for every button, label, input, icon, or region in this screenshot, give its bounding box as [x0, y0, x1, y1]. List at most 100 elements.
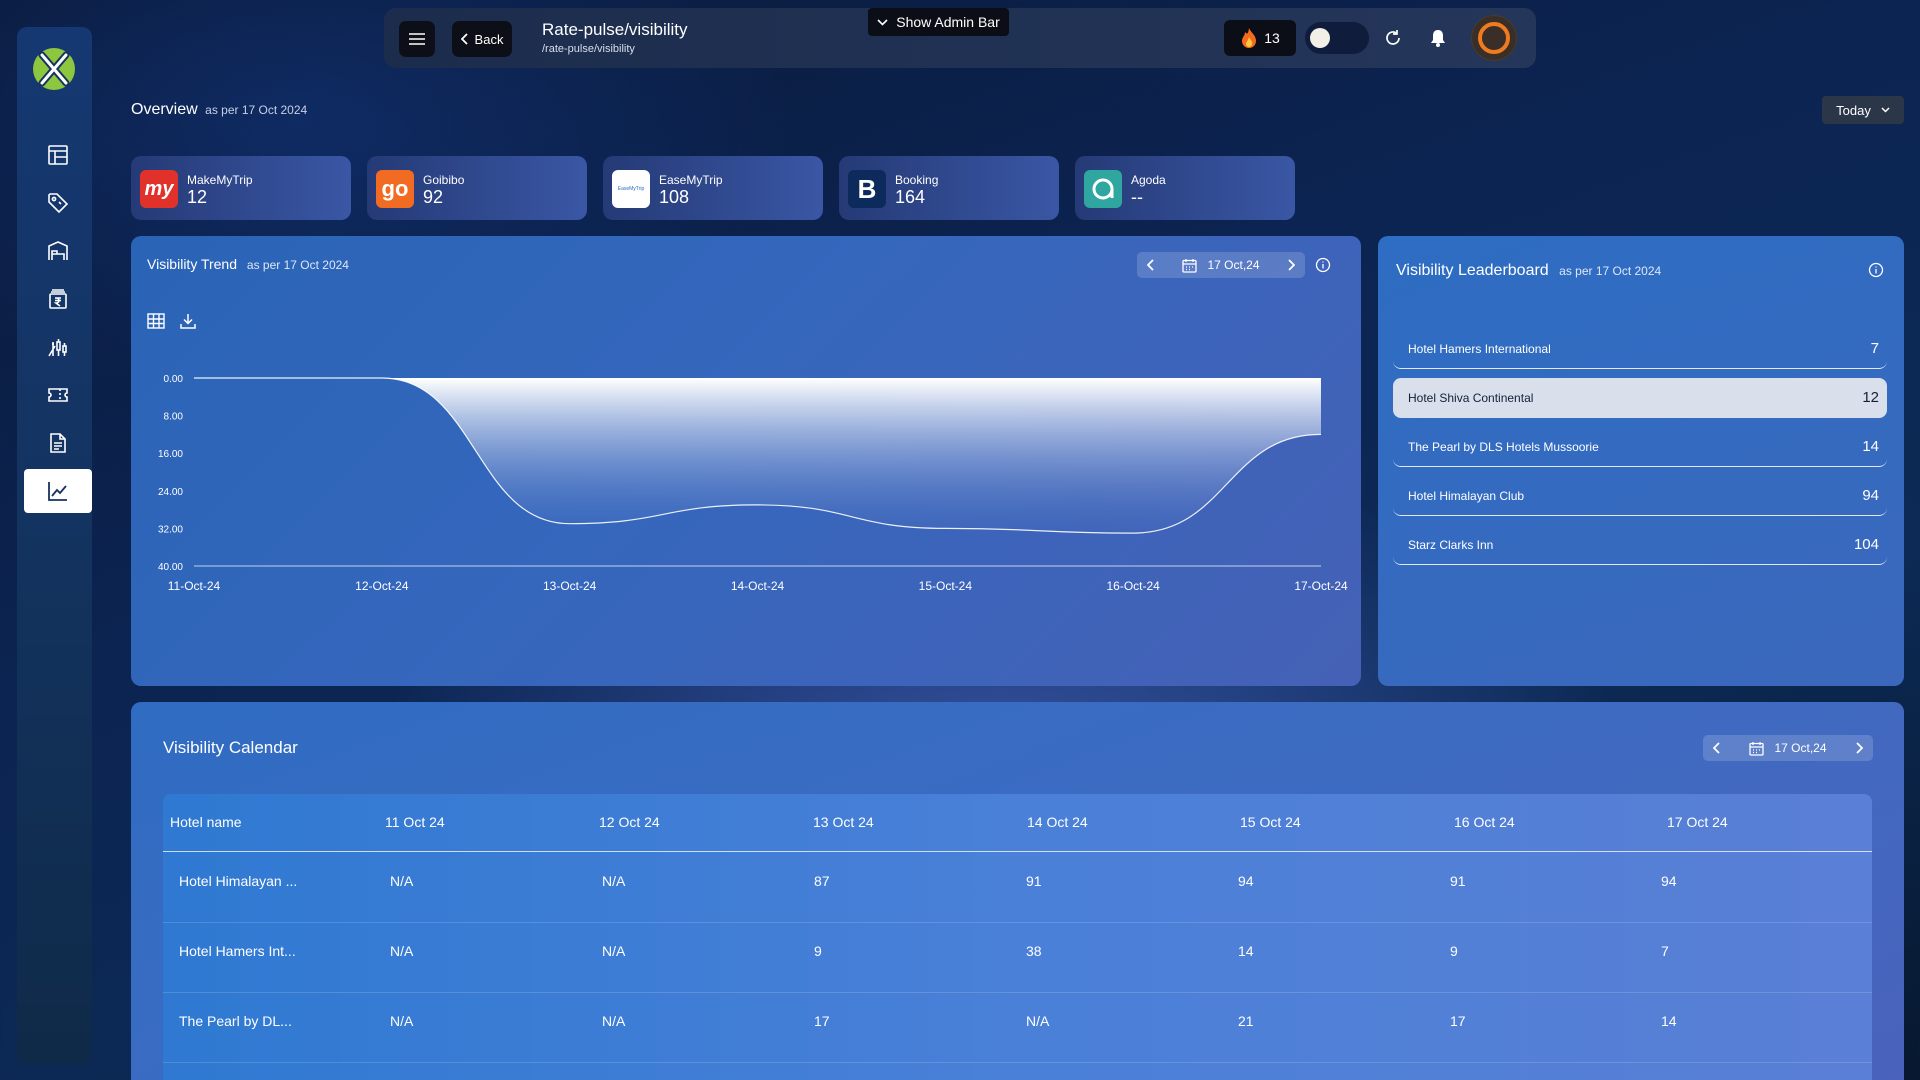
visibility-calendar-table: Hotel name 11 Oct 24 12 Oct 24 13 Oct 24… [163, 794, 1872, 1080]
back-label: Back [474, 31, 504, 47]
ota-value: 92 [423, 187, 444, 207]
table-cell: 14 [1661, 1013, 1677, 1029]
leaderboard-row[interactable]: The Pearl by DLS Hotels Mussoorie 14 [1393, 427, 1887, 467]
ota-card-easemytrip[interactable]: EaseMyTrip EaseMyTrip 108 [603, 156, 823, 220]
leaderboard-row[interactable]: Hotel Hamers International 7 [1393, 329, 1887, 369]
page-path: /rate-pulse/visibility [542, 43, 635, 55]
table-cell: 17 [1450, 1013, 1466, 1029]
sidebar-item-revenue[interactable] [24, 277, 92, 321]
table-cell: 14 [1238, 943, 1254, 959]
x-tick-label: 12-Oct-24 [355, 579, 409, 593]
chevron-left-icon[interactable] [1713, 742, 1721, 754]
theme-toggle[interactable] [1305, 22, 1369, 54]
fire-icon [1240, 27, 1258, 49]
sidebar-item-rooms[interactable] [24, 229, 92, 273]
column-header: 17 Oct 24 [1667, 814, 1728, 830]
table-row[interactable]: The Pearl by DL... N/A N/A 17 N/A 21 17 … [163, 993, 1872, 1063]
overview-as-of: as per 17 Oct 2024 [205, 103, 308, 117]
column-header: 12 Oct 24 [599, 814, 660, 830]
period-select[interactable]: Today [1822, 96, 1904, 124]
hotel-rank: 94 [1862, 487, 1879, 504]
y-tick-label: 8.00 [164, 412, 184, 423]
chevron-right-icon[interactable] [1855, 742, 1863, 754]
y-tick-label: 0.00 [164, 374, 184, 385]
table-row[interactable]: Hotel Himalayan ... N/A N/A 87 91 94 91 … [163, 853, 1872, 923]
table-cell: N/A [1026, 1013, 1050, 1029]
table-cell: 17 [814, 1013, 830, 1029]
table-cell: 91 [1450, 873, 1466, 889]
hotel-name: Hotel Shiva Continental [1408, 391, 1534, 405]
agoda-logo [1084, 170, 1122, 208]
sidebar-item-pricing[interactable] [24, 181, 92, 225]
hotel-rank: 104 [1853, 536, 1879, 553]
sidebar-item-analytics[interactable] [24, 325, 92, 369]
overview-heading: Overview as per 17 Oct 2024 [131, 101, 307, 119]
booking-logo: B [848, 170, 886, 208]
app-logo[interactable] [30, 45, 78, 93]
ota-value: 164 [895, 187, 926, 207]
calendar-date-picker[interactable]: 17 Oct,24 [1703, 735, 1873, 761]
column-header: 14 Oct 24 [1027, 814, 1088, 830]
rupee-box-icon [47, 288, 69, 310]
table-cell: 94 [1238, 873, 1254, 889]
visibility-leaderboard-panel: Visibility Leaderboard as per 17 Oct 202… [1378, 236, 1904, 686]
refresh-icon[interactable] [1382, 27, 1404, 49]
info-icon[interactable] [1868, 262, 1884, 278]
ota-card-goibibo[interactable]: go Goibibo 92 [367, 156, 587, 220]
overview-title: Overview [131, 101, 198, 118]
ota-card-booking[interactable]: B Booking 164 [839, 156, 1059, 220]
calendar-icon [1749, 741, 1765, 756]
leaderboard-row-highlighted[interactable]: Hotel Shiva Continental 12 [1393, 378, 1887, 418]
visibility-trend-chart: 0.00 8.00 16.00 24.00 32.00 40.00 11-Oct-24 12-… [158, 374, 1348, 593]
streak-badge[interactable]: 13 [1224, 20, 1296, 56]
x-tick-label: 17-Oct-24 [1294, 579, 1348, 593]
hotel-name-cell: Hotel Hamers Int... [179, 943, 296, 959]
visibility-calendar-panel: Visibility Calendar 17 Oct,24 Hotel name… [131, 702, 1904, 1080]
avatar[interactable] [1471, 15, 1517, 61]
calendar-title: Visibility Calendar [163, 738, 298, 757]
back-button[interactable]: Back [452, 21, 512, 57]
hotel-rank: 12 [1862, 389, 1879, 406]
sidebar-item-tickets[interactable] [24, 373, 92, 417]
line-chart-icon [47, 480, 69, 502]
table-cell: N/A [602, 873, 626, 889]
hotel-name: The Pearl by DLS Hotels Mussoorie [1408, 440, 1599, 454]
admin-bar-label: Show Admin Bar [896, 14, 1000, 30]
sidebar-item-dashboard[interactable] [24, 133, 92, 177]
layout-icon [47, 144, 69, 166]
y-tick-label: 32.00 [158, 524, 183, 535]
table-cell: 7 [1661, 943, 1669, 959]
ota-card-makemytrip[interactable]: my MakeMyTrip 12 [131, 156, 351, 220]
column-header: 13 Oct 24 [813, 814, 874, 830]
series-area [194, 378, 1321, 534]
show-admin-bar-button[interactable]: Show Admin Bar [868, 8, 1009, 36]
ota-value: 12 [187, 187, 208, 207]
sidebar-item-visibility[interactable] [24, 469, 92, 513]
table-cell: N/A [602, 943, 626, 959]
table-cell: 94 [1661, 873, 1677, 889]
leaderboard-as-of: as per 17 Oct 2024 [1559, 264, 1662, 278]
sidebar-item-reports[interactable] [24, 421, 92, 465]
table-cell: 87 [814, 873, 830, 889]
hotel-rank: 14 [1862, 438, 1879, 455]
leaderboard-row[interactable]: Starz Clarks Inn 104 [1393, 525, 1887, 565]
hotel-rank: 7 [1870, 340, 1879, 357]
leaderboard-row[interactable]: Hotel Himalayan Club 94 [1393, 476, 1887, 516]
goibibo-logo: go [376, 170, 414, 208]
hotel-name: Hotel Hamers International [1408, 342, 1551, 356]
bell-icon[interactable] [1427, 27, 1449, 49]
x-tick-label: 16-Oct-24 [1106, 579, 1160, 593]
table-cell: N/A [390, 943, 414, 959]
ota-card-agoda[interactable]: Agoda -- [1075, 156, 1295, 220]
table-cell: 9 [814, 943, 822, 959]
table-row[interactable]: Hotel Hamers Int... N/A N/A 9 38 14 9 7 [163, 923, 1872, 993]
ota-name: EaseMyTrip [659, 173, 723, 187]
table-cell: 21 [1238, 1013, 1254, 1029]
period-label: Today [1836, 102, 1871, 118]
table-cell: N/A [602, 1013, 626, 1029]
menu-button[interactable] [399, 21, 435, 57]
column-header: 15 Oct 24 [1240, 814, 1301, 830]
hotel-name: Starz Clarks Inn [1408, 538, 1494, 552]
hamburger-icon [409, 32, 425, 46]
column-header: 11 Oct 24 [385, 814, 445, 830]
